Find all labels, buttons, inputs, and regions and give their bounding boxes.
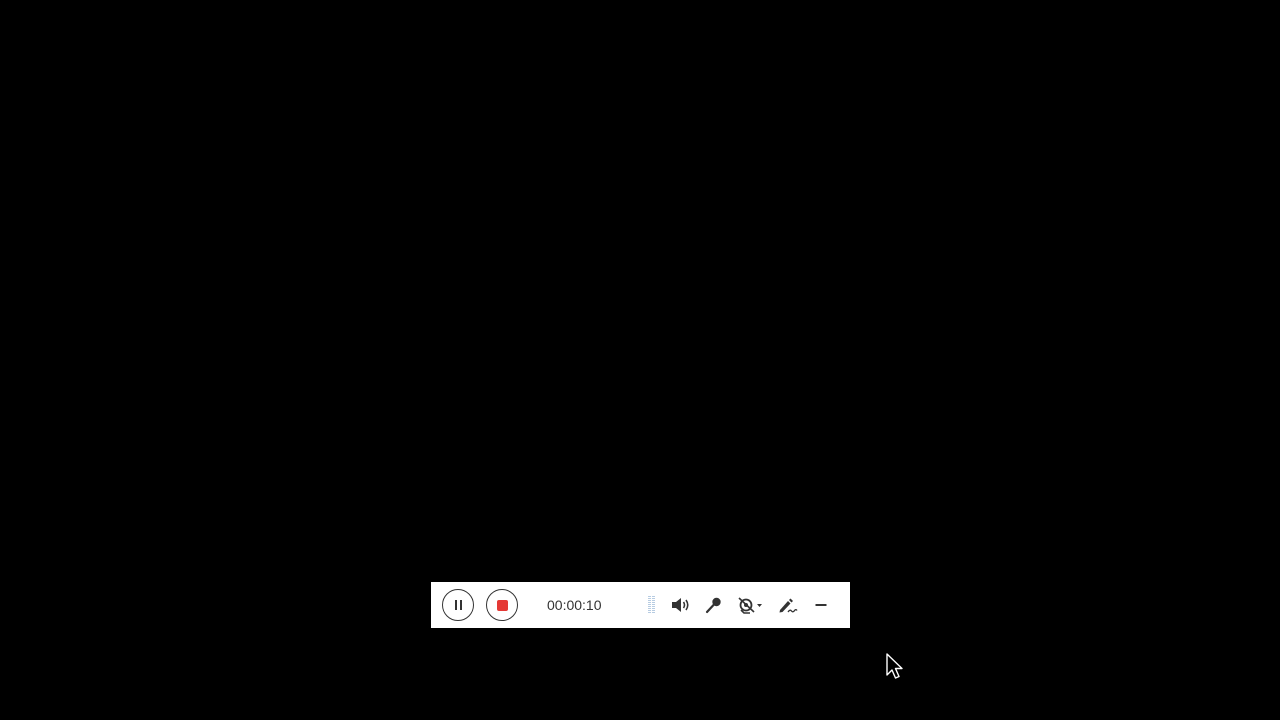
recording-toolbar: 00:00:10	[431, 582, 850, 628]
recording-timer: 00:00:10	[547, 597, 602, 613]
stop-button[interactable]	[486, 589, 518, 621]
microphone-icon	[705, 597, 721, 614]
speaker-icon	[672, 598, 689, 612]
speaker-button[interactable]	[670, 595, 692, 615]
camera-button[interactable]	[737, 595, 765, 615]
pause-button[interactable]	[442, 589, 474, 621]
minimize-button[interactable]	[810, 595, 832, 615]
black-screen: 00:00:10	[0, 0, 1280, 720]
annotate-button[interactable]	[777, 595, 799, 615]
mouse-cursor-icon	[886, 653, 903, 679]
pen-icon	[779, 598, 798, 613]
stop-icon	[496, 599, 508, 611]
camera-off-icon	[738, 597, 762, 614]
minimize-icon	[815, 604, 827, 606]
microphone-button[interactable]	[703, 595, 725, 615]
pause-icon	[454, 600, 462, 610]
audio-level-icon	[648, 596, 655, 614]
